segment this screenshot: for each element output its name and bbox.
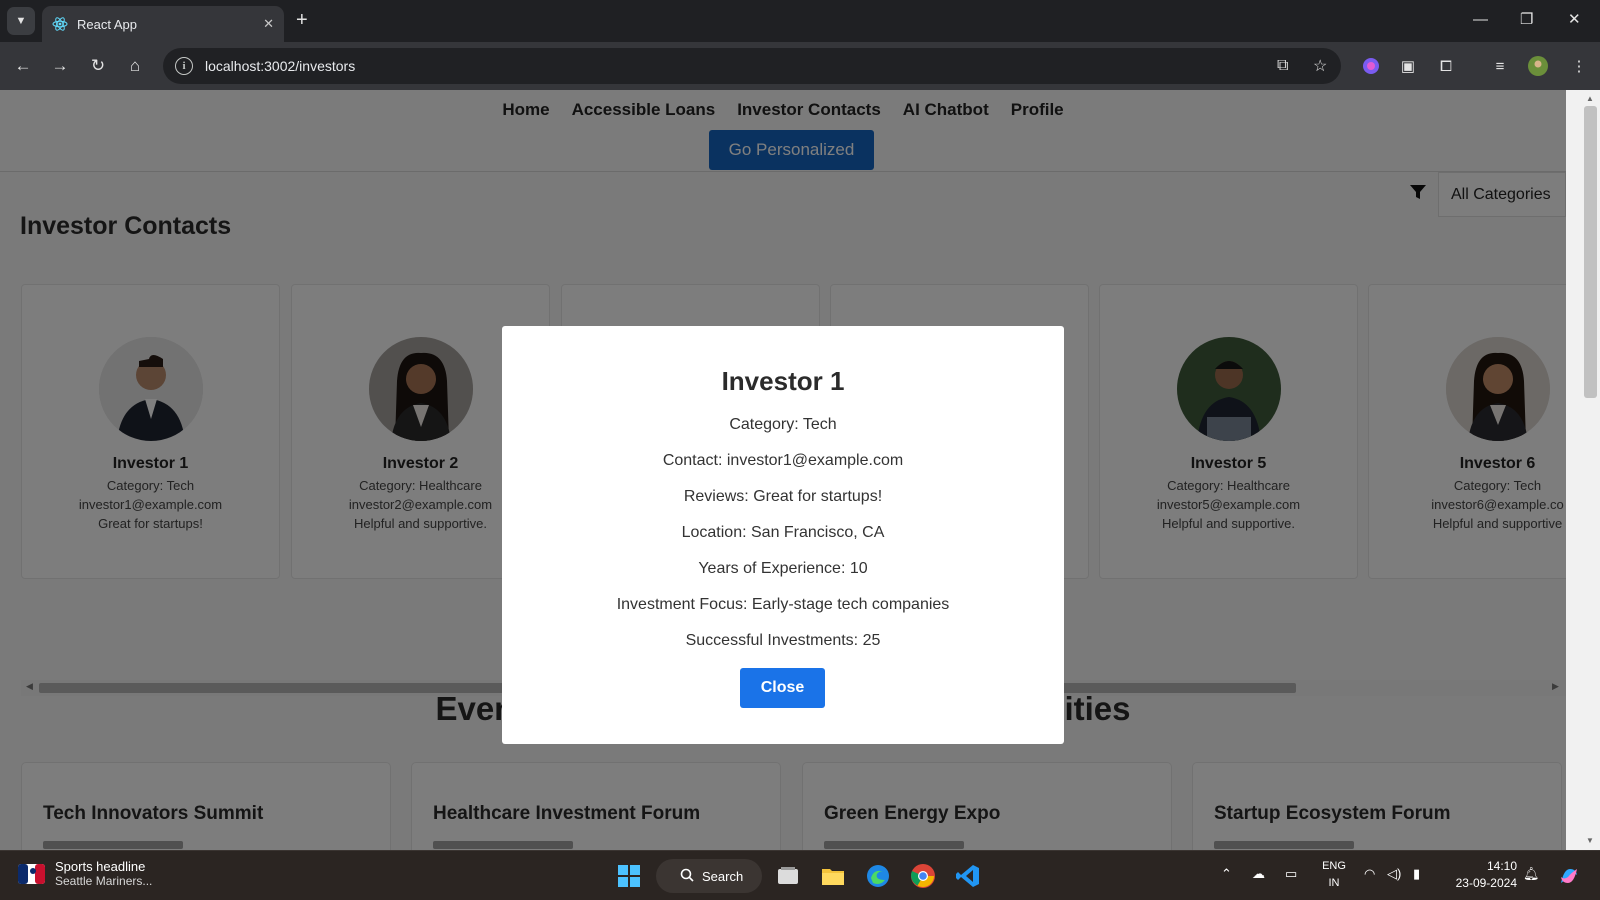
react-logo-icon [52,17,68,31]
clock-date: 23-09-2024 [1455,876,1517,890]
modal-category: Category: Tech [729,416,837,433]
modal-successful-investments: Successful Investments: 25 [685,632,881,649]
chrome-browser-icon[interactable] [907,860,939,892]
home-icon[interactable]: ⌂ [122,53,148,79]
copilot-icon[interactable] [1359,54,1383,78]
forward-icon[interactable]: → [47,53,73,79]
mlb-logo-icon [18,863,45,884]
onedrive-icon[interactable]: ☁ [1252,866,1265,882]
display-icon[interactable]: ▭ [1285,866,1297,882]
site-info-icon[interactable]: i [175,57,193,75]
search-icon [680,868,694,882]
region-code: IN [1328,877,1340,889]
address-bar[interactable]: i localhost:3002/investors ⧉ ☆ [163,48,1341,84]
vertical-scrollbar[interactable]: ▲ ▼ [1566,90,1600,850]
browser-toolbar: ← → ↻ ⌂ i localhost:3002/investors ⧉ ☆ ▣… [0,42,1600,90]
modal-close-button[interactable]: Close [740,668,825,708]
show-hidden-icons-icon[interactable]: ⌃ [1221,866,1232,882]
reload-icon[interactable]: ↻ [85,53,111,79]
news-subtitle: Seattle Mariners... [55,874,153,888]
media-controls-icon[interactable]: ≡ [1488,54,1512,78]
battery-icon[interactable]: ▮ [1413,866,1420,882]
modal-contact: Contact: investor1@example.com [662,452,904,469]
edge-browser-icon[interactable] [862,860,894,892]
system-clock[interactable]: 14:10 23-09-2024 [1445,858,1517,892]
volume-icon[interactable]: ◁) [1387,866,1401,882]
language-code: ENG [1322,860,1346,872]
modal-investment-focus: Investment Focus: Early-stage tech compa… [616,596,950,613]
wifi-icon[interactable]: ◠ [1364,866,1375,882]
windows-start-icon[interactable] [613,860,645,892]
browser-tab[interactable]: React App ✕ [42,6,284,42]
modal-title: Investor 1 [721,366,845,396]
page-viewport: Home Accessible Loans Investor Contacts … [0,90,1600,850]
vertical-scroll-thumb[interactable] [1584,106,1597,398]
news-title: Sports headline [55,859,146,874]
search-label: Search [702,868,744,884]
news-widget[interactable]: Sports headline Seattle Mariners... [18,859,152,888]
copilot-taskbar-icon[interactable] [1553,860,1585,892]
windows-taskbar: Sports headline Seattle Mariners... Sear… [0,850,1600,900]
modal-experience: Years of Experience: 10 [698,560,868,577]
bookmark-star-icon[interactable]: ☆ [1313,48,1327,84]
modal-location: Location: San Francisco, CA [681,524,885,541]
close-window-icon[interactable]: ✕ [1568,10,1581,30]
file-explorer-icon[interactable] [817,860,849,892]
browser-tab-strip: ▼ React App ✕ + — ❐ ✕ [0,0,1600,42]
back-icon[interactable]: ← [10,53,36,79]
vscode-icon[interactable] [952,860,984,892]
browser-menu-icon[interactable]: ⋮ [1567,54,1591,78]
modal-reviews: Reviews: Great for startups! [683,488,883,505]
tab-search-icon[interactable]: ▼ [7,7,35,35]
taskbar-search[interactable]: Search [656,859,762,893]
scroll-down-icon[interactable]: ▼ [1586,836,1594,845]
install-app-icon[interactable]: ⧉ [1277,48,1288,84]
clock-time: 14:10 [1486,859,1517,873]
extensions-puzzle-icon[interactable]: ⧠ [1434,54,1458,78]
minimize-icon[interactable]: — [1473,10,1488,30]
language-indicator[interactable]: ENG IN [1318,858,1350,892]
scroll-up-icon[interactable]: ▲ [1586,94,1594,103]
url-text: localhost:3002/investors [205,58,356,74]
profile-avatar-icon[interactable] [1526,54,1550,78]
tab-title: React App [77,16,137,32]
new-tab-icon[interactable]: + [296,9,308,31]
investor-detail-modal: Investor 1 Category: Tech Contact: inves… [502,326,1064,744]
tab-close-icon[interactable]: ✕ [263,16,274,32]
restore-icon[interactable]: ❐ [1520,10,1533,30]
task-view-icon[interactable] [772,860,804,892]
notifications-icon[interactable]: 🔔︎ [1523,866,1540,882]
extension-icon[interactable]: ▣ [1396,54,1420,78]
